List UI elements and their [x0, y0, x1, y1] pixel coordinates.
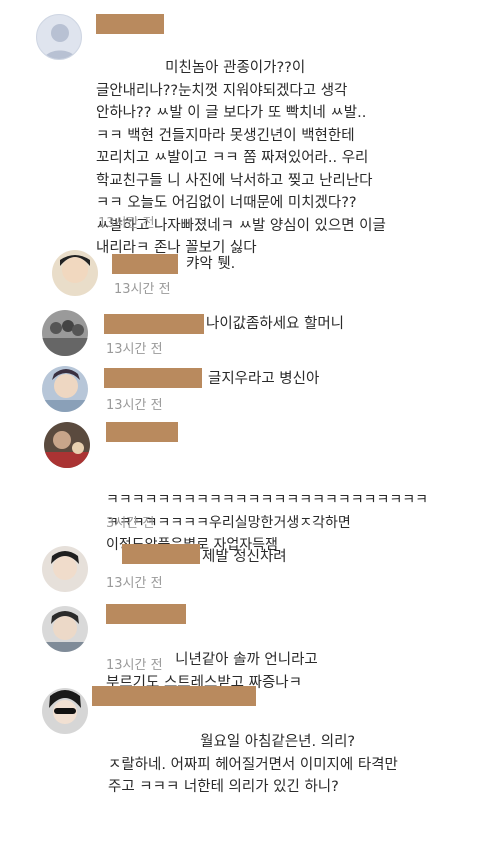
- comment-item: 미친놈아 관종이가??이 글안내리나??눈치껏 지워야되겠다고 생각 안하나?? ㅆ…: [0, 0, 480, 256]
- comment-item: 니년같아 솔까 언니라고 부르기도 스트레스받고 짜증나ㅋ 13시간 전: [0, 598, 480, 691]
- comment-item: 월요일 아침같은년. 의리? ㅈ랄하네. 어짜피 헤어질거면서 이미지에 타격만 주…: [0, 680, 480, 795]
- redacted-username: [112, 254, 178, 274]
- comment-text: 월요일 아침같은년. 의리? ㅈ랄하네. 어짜피 헤어질거면서 이미지에 타격만 주…: [108, 734, 398, 795]
- comment-timestamp: 13시간 전: [106, 658, 163, 673]
- comment-text: 나이값좀하세요 할머니: [206, 316, 345, 332]
- redacted-username: [104, 368, 202, 388]
- comment-item: 제발 정신차려 13시간 전: [0, 538, 480, 598]
- user-avatar[interactable]: [44, 422, 90, 468]
- user-avatar[interactable]: [42, 546, 88, 592]
- comment-timestamp: 13시간 전: [106, 576, 163, 591]
- redacted-username: [122, 544, 200, 564]
- comment-text: 제발 정신차려: [202, 549, 287, 565]
- comment-timestamp: 3시간 전: [106, 516, 155, 531]
- comment-text: 글지우라고 병신아: [208, 371, 320, 387]
- comment-timestamp: 13시간 전: [114, 282, 171, 297]
- comment-item: 캬악 퉷. 13시간 전: [0, 240, 480, 300]
- user-avatar[interactable]: [42, 310, 88, 356]
- user-avatar[interactable]: [42, 366, 88, 412]
- comment-text: 캬악 퉷.: [186, 256, 236, 272]
- default-avatar-icon[interactable]: [36, 14, 82, 60]
- comment-timestamp: 13시간 전: [106, 398, 163, 413]
- comment-item: 글지우라고 병신아 13시간 전: [0, 360, 480, 418]
- comment-item: 나이값좀하세요 할머니 13시간 전: [0, 300, 480, 360]
- redacted-username: [106, 422, 178, 442]
- user-avatar[interactable]: [52, 250, 98, 296]
- user-avatar[interactable]: [42, 688, 88, 734]
- comment-item: ㅋㅋㅋㅋㅋㅋㅋㅋㅋㅋㅋㅋㅋㅋㅋㅋㅋㅋㅋㅋㅋㅋㅋㅋㅋ ㅋㅋㅋㅋㅋㅋㅋㅋ우리실망한거생…: [0, 418, 480, 553]
- user-avatar[interactable]: [42, 606, 88, 652]
- redacted-username: [104, 314, 204, 334]
- comment-timestamp: 13시간 전: [98, 216, 155, 231]
- comment-timestamp: 13시간 전: [106, 342, 163, 357]
